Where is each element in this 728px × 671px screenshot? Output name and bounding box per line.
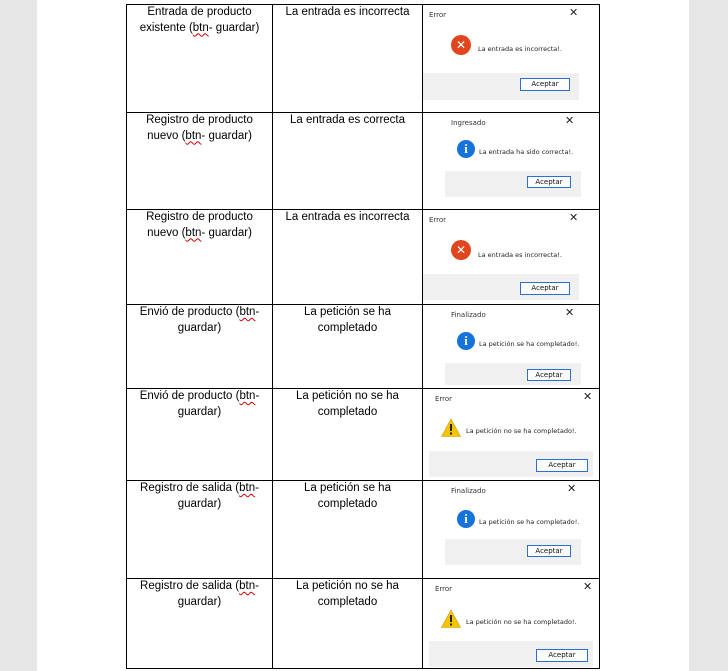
result-cell: La entrada es incorrecta: [272, 209, 423, 305]
action-cell: Envió de producto (btn- guardar): [126, 304, 273, 389]
warning-icon: [440, 609, 462, 634]
close-icon[interactable]: ✕: [565, 305, 574, 321]
action-cell: Entrada de producto existente (btn- guar…: [126, 4, 273, 113]
info-icon: i: [457, 140, 475, 158]
action-text: Registro de producto nuevo (btn- guardar…: [127, 113, 272, 144]
message-dialog: Error ✕ ✕ La entrada es incorrecta!. Aceptar: [423, 210, 579, 300]
result-cell: La petición no se ha completado: [272, 388, 423, 481]
dialog-title: Error: [429, 11, 447, 19]
action-text-suffix: - guardar): [201, 226, 252, 239]
dialog-title: Error: [435, 585, 453, 593]
error-icon: ✕: [451, 240, 471, 260]
action-text-prefix: Envió de producto (: [139, 306, 240, 318]
result-cell: La petición se ha completado: [272, 304, 423, 389]
table-row: Envió de producto (btn- guardar) La petic…: [126, 388, 600, 481]
info-icon: i: [457, 510, 475, 528]
message-dialog: Ingresado ✕ i La entrada ha sido correcta!.…: [445, 113, 581, 197]
action-cell: Registro de producto nuevo (btn- guardar…: [126, 209, 273, 305]
table-row: Entrada de producto existente (btn- guar…: [126, 4, 600, 113]
dialog-message: La petición no se ha completado!.: [466, 618, 577, 626]
action-text-prefix: Registro de salida (: [140, 580, 240, 592]
action-text-btn: btn: [192, 21, 209, 34]
close-icon[interactable]: ✕: [569, 210, 578, 226]
result-cell: La entrada es incorrecta: [272, 4, 423, 113]
table-row: Envió de producto (btn- guardar) La petic…: [126, 304, 600, 389]
result-text: La petición se ha completado: [304, 306, 391, 334]
action-cell: Registro de salida (btn- guardar): [126, 578, 273, 669]
warning-icon: [440, 418, 462, 443]
action-cell: Envió de producto (btn- guardar): [126, 388, 273, 481]
close-icon[interactable]: ✕: [569, 5, 578, 21]
close-icon[interactable]: ✕: [565, 113, 574, 129]
result-text: La petición no se ha completado: [296, 390, 399, 418]
dialog-message: La petición se ha completado!.: [479, 340, 580, 348]
action-text: Entrada de producto existente (btn- guar…: [127, 5, 272, 36]
action-text-prefix: Envió de producto (: [139, 390, 240, 402]
dialog-message: La entrada es incorrecta!.: [478, 45, 562, 53]
action-text: Envió de producto (btn- guardar): [127, 305, 272, 336]
result-text: La petición se ha completado: [304, 482, 391, 510]
action-text: Registro de producto nuevo (btn- guardar…: [127, 210, 272, 241]
table-row: Registro de producto nuevo (btn- guardar…: [126, 112, 600, 210]
result-text: La entrada es correcta: [289, 114, 406, 126]
action-text: Envió de producto (btn- guardar): [127, 389, 272, 420]
result-text: La petición no se ha completado: [296, 580, 399, 608]
result-cell: La petición se ha completado: [272, 480, 423, 579]
dialog-message: La entrada es incorrecta!.: [478, 251, 562, 259]
dialog-title: Ingresado: [451, 119, 486, 127]
table-row: Registro de salida (btn- guardar) La peti…: [126, 480, 600, 579]
result-cell: La petición no se ha completado: [272, 578, 423, 669]
result-text: La entrada es incorrecta: [285, 211, 410, 223]
screenshot-cell: Finalizado ✕ i La petición se ha completado…: [422, 480, 600, 579]
result-cell: La entrada es correcta: [272, 112, 423, 210]
action-text-btn: btn: [239, 580, 256, 592]
screenshot-cell: Finalizado ✕ i La petición se ha completado…: [422, 304, 600, 389]
action-text-btn: btn: [185, 129, 202, 142]
action-cell: Registro de producto nuevo (btn- guardar…: [126, 112, 273, 210]
info-icon: i: [457, 332, 475, 350]
screenshot-cell: Error ✕ La petición no se ha completado!. A…: [422, 388, 600, 481]
message-dialog: Finalizado ✕ i La petición se ha completado…: [445, 481, 581, 565]
dialog-message: La petición se ha completado!.: [479, 518, 580, 526]
screenshot-cell: Error ✕ ✕ La entrada es incorrecta!. Aceptar: [422, 209, 600, 305]
action-text-btn: btn: [239, 390, 256, 402]
dialog-title: Finalizado: [451, 311, 486, 319]
message-dialog: Error ✕ La petición no se ha completado!. A…: [429, 389, 593, 477]
action-text: Registro de salida (btn- guardar): [127, 579, 272, 610]
message-dialog: Error ✕ ✕ La entrada es incorrecta!. Aceptar: [423, 5, 579, 100]
close-icon[interactable]: ✕: [567, 481, 576, 497]
screenshot-cell: Error ✕ La petición no se ha completado!. A…: [422, 578, 600, 669]
accept-button[interactable]: Aceptar: [527, 369, 571, 381]
action-cell: Registro de salida (btn- guardar): [126, 480, 273, 579]
action-text-prefix: Registro de salida (: [140, 482, 240, 494]
result-text: La entrada es incorrecta: [285, 6, 410, 18]
accept-button[interactable]: Aceptar: [527, 545, 571, 557]
action-text-btn: btn: [239, 306, 256, 318]
accept-button[interactable]: Aceptar: [536, 459, 588, 472]
action-text-btn: btn: [239, 482, 256, 494]
accept-button[interactable]: Aceptar: [527, 176, 571, 188]
dialog-message: La entrada ha sido correcta!.: [479, 148, 574, 156]
message-dialog: Finalizado ✕ i La petición se ha completado…: [445, 305, 581, 385]
dialog-title: Finalizado: [451, 487, 486, 495]
action-text-suffix: - guardar): [208, 21, 260, 34]
action-text-btn: btn: [185, 226, 202, 239]
close-icon[interactable]: ✕: [583, 579, 592, 595]
dialog-title: Error: [429, 216, 447, 224]
dialog-title: Error: [435, 395, 453, 403]
screenshot-cell: Ingresado ✕ i La entrada ha sido correcta!.…: [422, 112, 600, 210]
message-dialog: Error ✕ La petición no se ha completado!. A…: [429, 579, 593, 667]
error-icon: ✕: [451, 35, 471, 55]
close-icon[interactable]: ✕: [583, 389, 592, 405]
dialog-message: La petición no se ha completado!.: [466, 427, 577, 435]
accept-button[interactable]: Aceptar: [536, 649, 588, 662]
action-text: Registro de salida (btn- guardar): [127, 481, 272, 512]
action-text-suffix: - guardar): [201, 129, 252, 142]
table-row: Registro de producto nuevo (btn- guardar…: [126, 209, 600, 305]
accept-button[interactable]: Aceptar: [520, 282, 570, 295]
table-row: Registro de salida (btn- guardar) La peti…: [126, 578, 600, 669]
accept-button[interactable]: Aceptar: [520, 78, 570, 91]
test-cases-table: Entrada de producto existente (btn- guar…: [126, 4, 600, 669]
screenshot-cell: Error ✕ ✕ La entrada es incorrecta!. Aceptar: [422, 4, 600, 113]
